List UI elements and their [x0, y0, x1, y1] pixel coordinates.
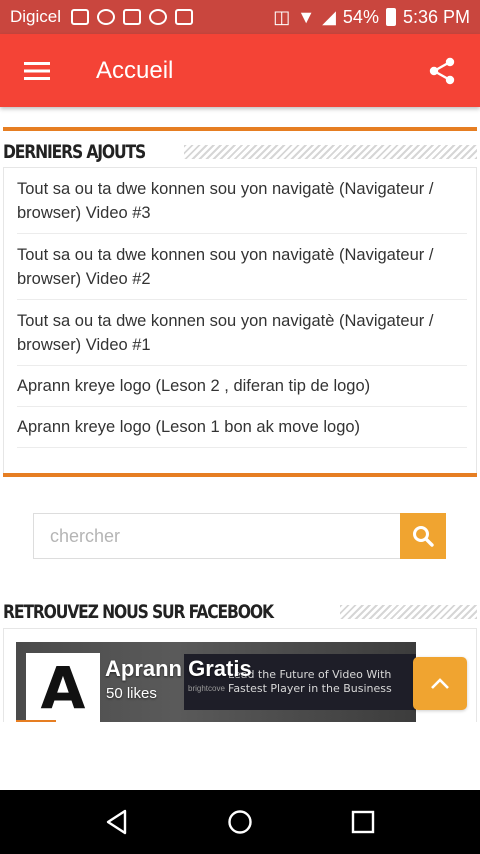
back-icon	[107, 809, 127, 835]
back-to-top-button[interactable]	[413, 657, 467, 710]
chevron-up-icon	[431, 677, 449, 689]
list-item[interactable]: Tout sa ou ta dwe konnen sou yon navigat…	[17, 234, 467, 300]
facebook-icon	[175, 9, 194, 25]
notification-icons	[71, 9, 194, 25]
section-divider	[3, 473, 477, 477]
heading-stripes	[340, 605, 477, 619]
facebook-likes: 50 likes	[106, 685, 157, 702]
recent-list-box: Tout sa ou ta dwe konnen sou yon navigat…	[3, 167, 477, 473]
list-item[interactable]: Tout sa ou ta dwe konnen sou yon navigat…	[17, 168, 467, 234]
list-item[interactable]: Aprann kreye logo (Leson 2 , diferan tip…	[17, 366, 467, 407]
ad-text: Lead the Future of Video With Fastest Pl…	[228, 668, 392, 695]
gallery-icon	[71, 9, 90, 25]
recent-list: Tout sa ou ta dwe konnen sou yon navigat…	[17, 168, 467, 448]
recent-heading: DERNIERS AJOUTS	[3, 141, 146, 163]
battery-percent: 54%	[342, 6, 379, 27]
search-input[interactable]	[33, 513, 400, 559]
recents-icon	[351, 810, 374, 834]
recent-section-header: DERNIERS AJOUTS	[3, 137, 477, 167]
facebook-page-name[interactable]: Aprann Gratis	[105, 656, 252, 682]
page-title: Accueil	[96, 56, 174, 84]
facebook-heading: RETROUVEZ NOUS SUR FACEBOOK	[3, 601, 274, 623]
menu-icon[interactable]	[0, 34, 74, 107]
list-item[interactable]: Aprann kreye logo (Leson 1 bon ak move l…	[17, 407, 467, 448]
system-nav-bar	[0, 790, 480, 854]
recents-button[interactable]	[333, 790, 393, 854]
page-logo[interactable]: A	[26, 653, 100, 722]
list-item[interactable]: Tout sa ou ta dwe konnen sou yon navigat…	[17, 300, 467, 366]
search-icon	[413, 526, 434, 547]
status-bar: Digicel ◫ ▼ ◢ 54% 5:36 PM	[0, 0, 480, 34]
home-button[interactable]	[210, 790, 270, 854]
accent-strip	[16, 720, 56, 722]
system-status: ◫ ▼ ◢ 54% 5:36 PM	[273, 7, 470, 28]
carrier-name: Digicel	[10, 7, 62, 26]
search-button[interactable]	[400, 513, 446, 559]
whatsapp-icon	[97, 9, 116, 25]
ad-brand: brightcove	[188, 684, 225, 693]
vibrate-icon: ◫	[273, 6, 291, 27]
section-divider	[3, 127, 477, 131]
gmail-icon	[123, 9, 142, 25]
wifi-icon: ▼	[297, 6, 316, 27]
shield-icon	[149, 9, 168, 25]
clock: 5:36 PM	[402, 6, 470, 27]
facebook-widget: brightcove Lead the Future of Video With…	[3, 628, 477, 722]
app-bar: Accueil	[0, 34, 480, 107]
back-button[interactable]	[87, 790, 147, 854]
heading-stripes	[184, 145, 477, 159]
battery-icon	[385, 8, 396, 26]
share-icon[interactable]	[404, 34, 480, 107]
signal-icon: ◢	[322, 6, 336, 27]
home-icon	[228, 810, 252, 834]
search-form	[33, 513, 446, 559]
facebook-section-header: RETROUVEZ NOUS SUR FACEBOOK	[3, 597, 477, 627]
logo-letter: A	[40, 654, 86, 722]
